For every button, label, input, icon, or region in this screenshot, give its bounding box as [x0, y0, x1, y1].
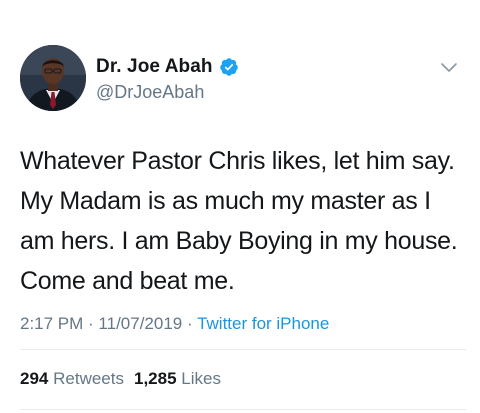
likes-count: 1,285 — [133, 369, 177, 388]
meta-separator: · — [182, 314, 198, 333]
display-name-row: Dr. Joe Abah — [96, 55, 239, 79]
meta-separator: · — [83, 314, 99, 333]
tweet-time[interactable]: 2:17 PM — [20, 314, 83, 333]
tweet-text-line: am hers. I am Baby Boying in my house. — [20, 227, 458, 255]
tweet-text-line: Whatever Pastor Chris likes, let him say… — [20, 147, 455, 175]
retweets-stat[interactable]: 294 Retweets — [20, 369, 124, 388]
user-handle[interactable]: @DrJoeAbah — [96, 82, 239, 103]
verified-badge-icon — [219, 58, 238, 76]
likes-label: Likes — [181, 369, 221, 388]
avatar[interactable] — [20, 45, 86, 111]
divider — [20, 409, 466, 410]
tweet-date[interactable]: 11/07/2019 — [98, 314, 182, 333]
tweet-text-line: My Madam is as much my master as I — [20, 187, 431, 215]
likes-stat[interactable]: 1,285 Likes — [134, 369, 221, 388]
tweet-text-line: Come and beat me. — [20, 267, 235, 295]
display-name[interactable]: Dr. Joe Abah — [96, 56, 213, 78]
tweet-source-link[interactable]: Twitter for iPhone — [197, 314, 329, 333]
tweet-stats: 294 Retweets 1,285 Likes — [20, 369, 221, 389]
chevron-down-icon[interactable] — [440, 62, 458, 74]
retweets-count: 294 — [20, 369, 49, 388]
avatar-image — [20, 45, 86, 111]
tweet-text: Whatever Pastor Chris likes, let him say… — [20, 141, 470, 301]
divider — [20, 349, 466, 350]
tweet-card: Dr. Joe Abah @DrJoeAbah Whatever Pastor … — [0, 0, 480, 413]
user-info: Dr. Joe Abah @DrJoeAbah — [96, 55, 239, 103]
tweet-meta: 2:17 PM · 11/07/2019 · Twitter for iPhon… — [20, 314, 329, 334]
retweets-label: Retweets — [53, 369, 124, 388]
